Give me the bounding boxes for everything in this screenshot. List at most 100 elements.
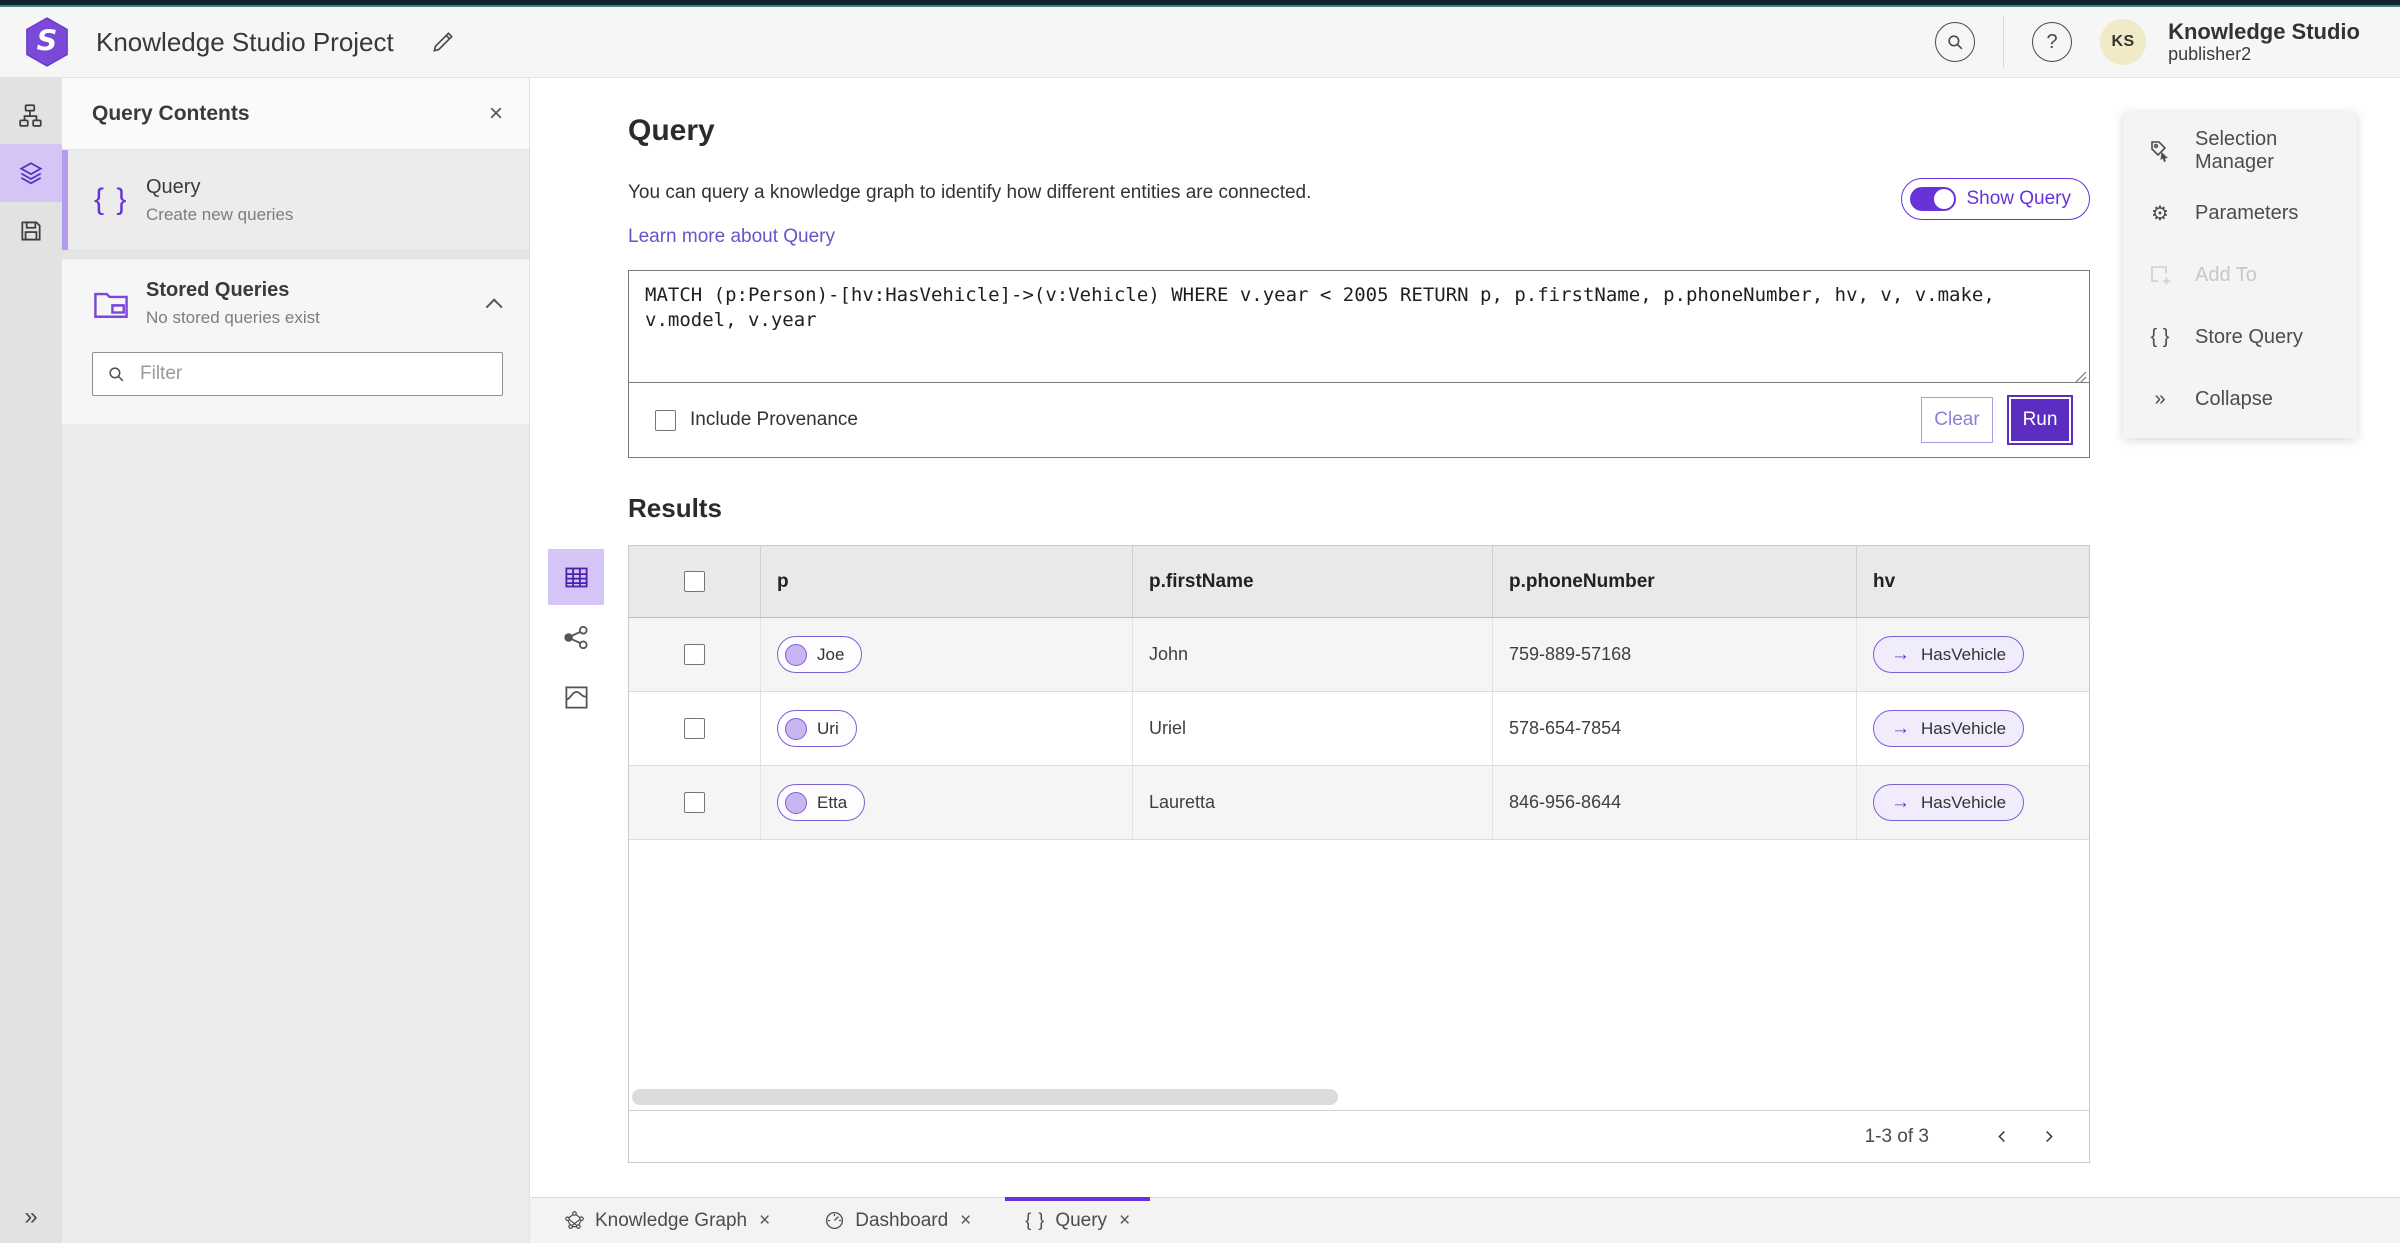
tab-close-icon[interactable]: × [1119,1211,1130,1230]
stored-queries-section: Stored Queries No stored queries exist [62,259,529,424]
query-list-item[interactable]: { } Query Create new queries [62,150,529,250]
search-icon [1947,34,1963,49]
include-provenance-checkbox[interactable] [655,409,676,431]
edge-pill[interactable]: → HasVehicle [1873,710,2025,747]
search-icon [109,366,124,381]
app-title: Knowledge Studio Project [96,26,394,57]
column-header-p[interactable]: p [761,546,1133,617]
tab-label: Query [1055,1209,1108,1231]
edge-pill[interactable]: → HasVehicle [1873,784,2025,821]
stored-queries-subtitle: No stored queries exist [146,308,320,327]
select-all-cell [629,546,761,617]
include-provenance-label: Include Provenance [690,409,858,430]
row-checkbox[interactable] [684,644,705,665]
gear-icon: ⚙ [2151,202,2169,225]
panel-title: Query Contents [92,101,250,125]
bottom-tab-bar: Knowledge Graph × Dashboard × { } Query … [530,1197,2400,1243]
query-controls-row: Include Provenance Clear Run [629,383,2089,457]
store-query-item[interactable]: { } Store Query [2123,306,2357,368]
resize-handle-icon[interactable] [2074,370,2087,383]
rail-item-save[interactable] [0,202,62,260]
selection-manager-item[interactable]: Selection Manager [2123,120,2357,182]
results-title: Results [628,493,722,523]
run-button[interactable]: Run [2007,395,2073,445]
node-pill[interactable]: Etta [777,784,866,821]
view-toolbar [548,549,604,729]
tab-query[interactable]: { } Query × [1005,1197,1151,1243]
layers-icon [19,162,43,185]
chevron-left-icon [1997,1130,2005,1143]
parameters-label: Parameters [2195,201,2299,224]
stored-queries-title: Stored Queries [146,279,290,301]
row-checkbox[interactable] [684,792,705,813]
tab-knowledge-graph[interactable]: Knowledge Graph × [544,1198,790,1243]
user-avatar[interactable]: KS [2100,19,2147,65]
rail-item-hierarchy[interactable] [0,86,62,144]
graph-share-icon [563,625,588,649]
panel-close-button[interactable]: × [489,101,503,126]
column-header-firstname[interactable]: p.firstName [1133,546,1493,617]
next-page-button[interactable] [2031,1120,2065,1154]
stored-queries-header[interactable]: Stored Queries No stored queries exist [92,279,503,328]
node-label: Uri [817,718,839,738]
dashboard-gauge-icon [826,1211,844,1230]
query-item-text: Query Create new queries [146,176,293,225]
arrow-right-icon: → [1891,717,1910,739]
save-icon [21,221,41,241]
tab-close-icon[interactable]: × [960,1211,971,1230]
panel-separator [62,250,529,259]
tab-label: Knowledge Graph [595,1209,748,1231]
cell-firstname: John [1133,618,1493,691]
cell-phonenumber: 759-889-57168 [1493,618,1857,691]
cell-phonenumber: 578-654-7854 [1493,692,1857,765]
table-footer: 1-3 of 3 [629,1110,2089,1162]
select-all-checkbox[interactable] [684,571,705,592]
node-dot-icon [785,717,807,740]
chevron-up-icon[interactable] [485,297,503,315]
filter-box [92,352,503,396]
column-header-phonenumber[interactable]: p.phoneNumber [1493,546,1857,617]
row-checkbox[interactable] [684,718,705,739]
double-chevron-right-icon: » [24,1203,38,1230]
learn-more-link[interactable]: Learn more about Query [628,226,835,248]
search-button[interactable] [1935,22,1976,62]
collapse-label: Collapse [2195,387,2273,410]
query-textarea[interactable]: MATCH (p:Person)-[hv:HasVehicle]->(v:Veh… [629,271,2089,383]
node-dot-icon [785,791,807,814]
query-item-subtitle: Create new queries [146,204,294,224]
cell-firstname: Uriel [1133,692,1493,765]
top-accent-bar [0,0,2400,7]
node-pill[interactable]: Uri [777,710,857,747]
filter-input[interactable] [140,363,488,385]
parameters-item[interactable]: ⚙ Parameters [2123,182,2357,244]
view-map-button[interactable] [548,669,604,725]
chevron-right-icon [2045,1130,2053,1143]
horizontal-scrollbar-thumb[interactable] [632,1089,1338,1105]
prev-page-button[interactable] [1985,1120,2019,1154]
tab-close-icon[interactable]: × [759,1211,770,1230]
table-row: Etta Lauretta 846-956-8644 → HasVehicle [629,766,2089,840]
collapse-item[interactable]: » Collapse [2123,368,2357,430]
table-empty-area [629,840,2089,1110]
query-contents-panel: Query Contents × { } Query Create new qu… [62,78,530,1243]
node-pill[interactable]: Joe [777,636,863,673]
rail-expand-button[interactable]: » [0,1203,62,1231]
rail-item-query-layers[interactable] [0,144,62,202]
tab-dashboard[interactable]: Dashboard × [804,1198,991,1243]
show-query-toggle-button[interactable]: Show Query [1901,178,2090,220]
edit-title-pencil-icon[interactable] [430,29,456,55]
arrow-right-icon: → [1891,643,1910,665]
column-header-hv[interactable]: hv [1857,546,2089,617]
help-button[interactable]: ? [2032,22,2073,62]
view-table-button[interactable] [548,549,604,605]
edge-pill[interactable]: → HasVehicle [1873,636,2025,673]
folder-icon [94,292,128,318]
view-graph-button[interactable] [548,609,604,665]
edge-label: HasVehicle [1921,644,2007,664]
toggle-switch[interactable] [1910,187,1957,211]
user-info: Knowledge Studio publisher2 [2168,19,2360,65]
table-icon [564,567,588,587]
hierarchy-icon [19,104,42,127]
stored-queries-text: Stored Queries No stored queries exist [146,279,320,328]
clear-button[interactable]: Clear [1921,397,1993,443]
